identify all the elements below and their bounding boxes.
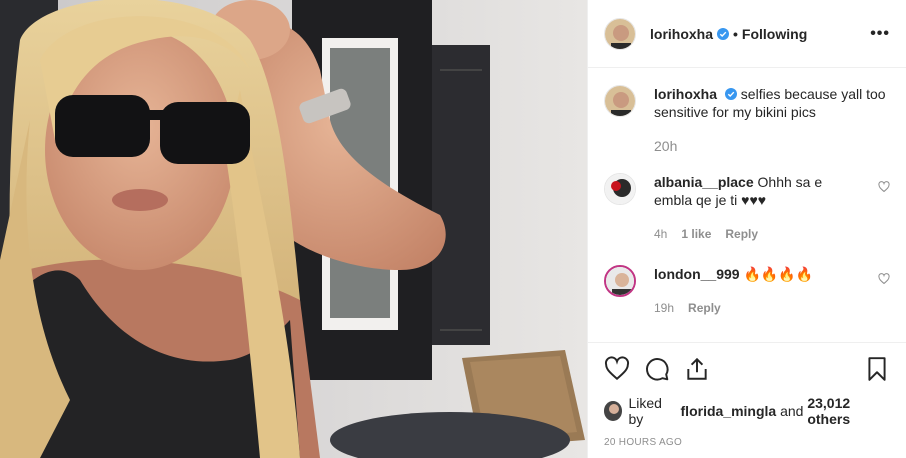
heart-icon[interactable] <box>878 273 890 285</box>
comment-likes[interactable]: 1 like <box>681 225 711 243</box>
likes-prefix: Liked by <box>628 395 662 427</box>
reply-button[interactable]: Reply <box>688 299 721 317</box>
share-icon[interactable] <box>684 356 710 382</box>
comment-item: london__999 🔥🔥🔥🔥 19h Reply <box>604 265 890 317</box>
comments-list[interactable]: lorihoxha selfies because yall too sensi… <box>588 69 906 342</box>
likes-summary: Liked by florida_mingla and 23,012 other… <box>604 395 890 427</box>
post-header: lorihoxha • Following ••• <box>588 0 906 68</box>
comment-text: 🔥🔥🔥🔥 <box>743 266 814 282</box>
reply-button[interactable]: Reply <box>725 225 758 243</box>
heart-icon[interactable] <box>878 181 890 193</box>
liker-avatar[interactable] <box>604 401 623 421</box>
comment-username[interactable]: albania__place <box>654 174 754 190</box>
post-photo[interactable] <box>0 0 587 458</box>
comment-username[interactable]: london__999 <box>654 266 740 282</box>
separator-dot: • <box>733 25 738 42</box>
verified-badge-icon <box>724 88 737 100</box>
more-options-icon[interactable]: ••• <box>870 25 890 43</box>
verified-badge-icon <box>717 27 730 40</box>
post-timestamp[interactable]: 20 HOURS AGO <box>604 437 890 448</box>
comment-time[interactable]: 19h <box>654 299 674 317</box>
caption-username[interactable]: lorihoxha <box>654 86 717 102</box>
post-side-panel: lorihoxha • Following ••• lorihoxha self… <box>587 0 906 458</box>
likes-middle: and <box>780 403 804 419</box>
likes-count[interactable]: 23,012 others <box>807 395 890 427</box>
caption-item: lorihoxha selfies because yall too sensi… <box>604 85 890 155</box>
comment-meta: 19h Reply <box>654 299 862 317</box>
author-avatar-small[interactable] <box>604 85 636 117</box>
heart-icon[interactable] <box>604 356 630 382</box>
commenter-avatar[interactable] <box>604 265 636 297</box>
author-username[interactable]: lorihoxha <box>650 26 713 42</box>
action-icon-row <box>604 353 890 385</box>
author-avatar[interactable] <box>604 17 636 50</box>
bookmark-icon[interactable] <box>864 356 890 382</box>
selfie-image <box>0 0 587 458</box>
comment-item: albania__place Ohhh sa e embla qe je ti … <box>604 173 890 243</box>
comment-meta: 4h 1 like Reply <box>654 225 862 243</box>
caption-time[interactable]: 20h <box>654 137 890 155</box>
comment-icon[interactable] <box>644 356 670 382</box>
comment-time[interactable]: 4h <box>654 225 667 243</box>
commenter-avatar[interactable] <box>604 173 636 205</box>
liker-username[interactable]: florida_mingla <box>681 403 777 419</box>
post-actions: Liked by florida_mingla and 23,012 other… <box>588 342 906 458</box>
following-button[interactable]: Following <box>742 26 807 42</box>
